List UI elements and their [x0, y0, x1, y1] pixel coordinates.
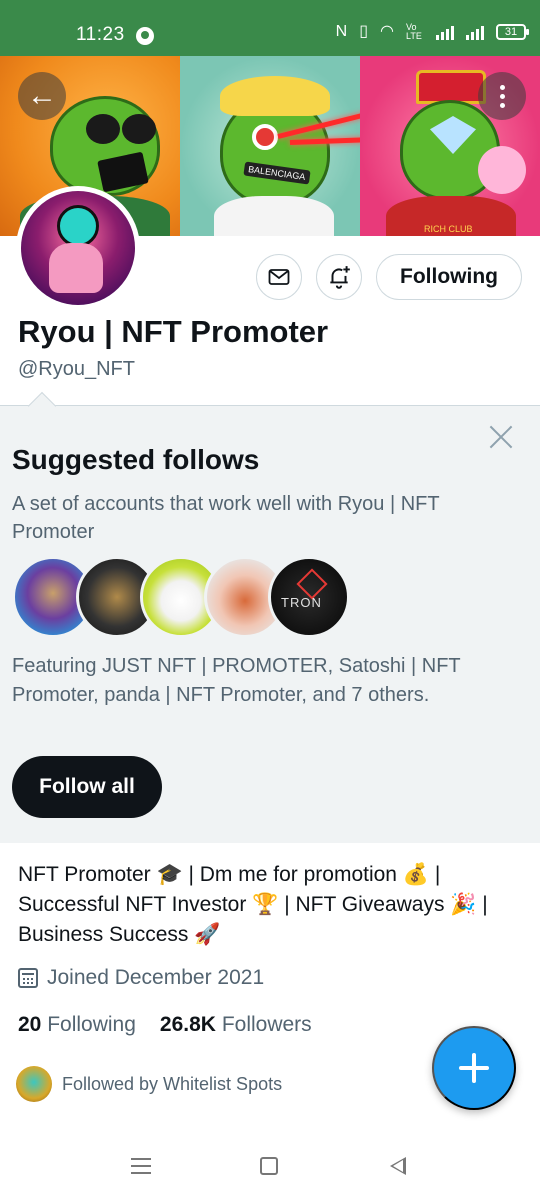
compose-tweet-button[interactable]: [432, 1026, 516, 1110]
follow-all-button[interactable]: Follow all: [12, 756, 162, 818]
suggested-avatar-tron[interactable]: TRON: [268, 556, 350, 638]
suggested-follows-title: Suggested follows: [12, 444, 260, 475]
status-bar: 11:23 N ▯ ◠ Vo LTE 31: [0, 0, 540, 56]
following-count: 20: [18, 1013, 42, 1036]
joined-text: Joined December 2021: [47, 966, 265, 989]
money-bag-icon: 💰: [402, 863, 429, 886]
battery-icon: 31: [496, 24, 529, 40]
display-name: Ryou | NFT Promoter: [18, 314, 329, 349]
bio-text: |: [429, 863, 441, 886]
following-button[interactable]: Following: [376, 254, 522, 300]
wifi-icon: ◠: [380, 23, 394, 40]
profile-avatar[interactable]: [16, 186, 140, 310]
back-button[interactable]: ←: [18, 72, 66, 120]
back-triangle-icon[interactable]: [390, 1157, 406, 1175]
banner-image-frog-laser: BALENCIAGA: [180, 56, 360, 236]
menu-icon[interactable]: [131, 1158, 151, 1174]
bio-text: | NFT Giveaways: [278, 893, 445, 916]
followers-stat[interactable]: 26.8K Followers: [160, 1013, 312, 1037]
suggested-featuring-text: Featuring JUST NFT | PROMOTER, Satoshi |…: [12, 655, 461, 706]
signal-icon: [436, 24, 454, 40]
followers-count: 26.8K: [159, 1013, 216, 1036]
bio-text: | Dm me for promotion: [182, 863, 397, 886]
trophy-icon: 🏆: [252, 893, 279, 916]
plus-icon: [459, 1053, 489, 1083]
bell-plus-icon: [330, 266, 350, 289]
bio-text: Successful NFT Investor: [18, 893, 247, 916]
status-icons: N ▯ ◠ Vo LTE 31: [335, 22, 529, 41]
volte-label: Vo LTE: [406, 22, 422, 41]
home-square-icon[interactable]: [260, 1157, 278, 1175]
followers-label: Followers: [221, 1013, 312, 1036]
message-button[interactable]: [256, 254, 302, 300]
banner-text-rich-club: RICH CLUB: [424, 224, 473, 234]
follower-avatar: [16, 1066, 52, 1102]
signal-icon-2: [466, 24, 484, 40]
notifications-button[interactable]: [316, 254, 362, 300]
followed-by[interactable]: Followed by Whitelist Spots: [16, 1066, 282, 1102]
party-popper-icon: 🎉: [450, 893, 477, 916]
mail-icon: [268, 269, 290, 285]
vibrate-icon: ▯: [359, 23, 369, 40]
bio-text: Business Success: [18, 923, 189, 946]
suggested-avatars[interactable]: TRON: [12, 556, 352, 638]
calendar-icon: [18, 968, 38, 988]
arrow-left-icon: ←: [27, 79, 57, 112]
app-notification-icon: [136, 27, 154, 45]
profile-bio: NFT Promoter 🎓 | Dm me for promotion 💰 |…: [18, 860, 522, 950]
rocket-icon: 🚀: [194, 923, 221, 946]
user-handle: @Ryou_NFT: [18, 358, 135, 380]
bio-text: NFT Promoter: [18, 863, 151, 886]
more-options-button[interactable]: [478, 72, 526, 120]
following-label: Following: [47, 1013, 136, 1036]
follow-stats: 20 Following 26.8K Followers: [18, 1013, 312, 1037]
nfc-icon: N: [335, 23, 348, 40]
system-navigation-bar: [0, 1130, 540, 1200]
graduation-cap-icon: 🎓: [156, 863, 183, 886]
close-icon[interactable]: [488, 424, 514, 450]
tron-label: TRON: [281, 595, 322, 610]
status-time: 11:23: [76, 24, 125, 45]
followed-by-text: Followed by Whitelist Spots: [62, 1073, 283, 1094]
following-stat[interactable]: 20 Following: [18, 1013, 136, 1037]
suggested-follows-card: Suggested follows A set of accounts that…: [0, 391, 540, 843]
bio-text: |: [476, 893, 488, 916]
suggested-follows-description: A set of accounts that work well with Ry…: [12, 493, 440, 543]
joined-date: Joined December 2021: [18, 966, 264, 990]
